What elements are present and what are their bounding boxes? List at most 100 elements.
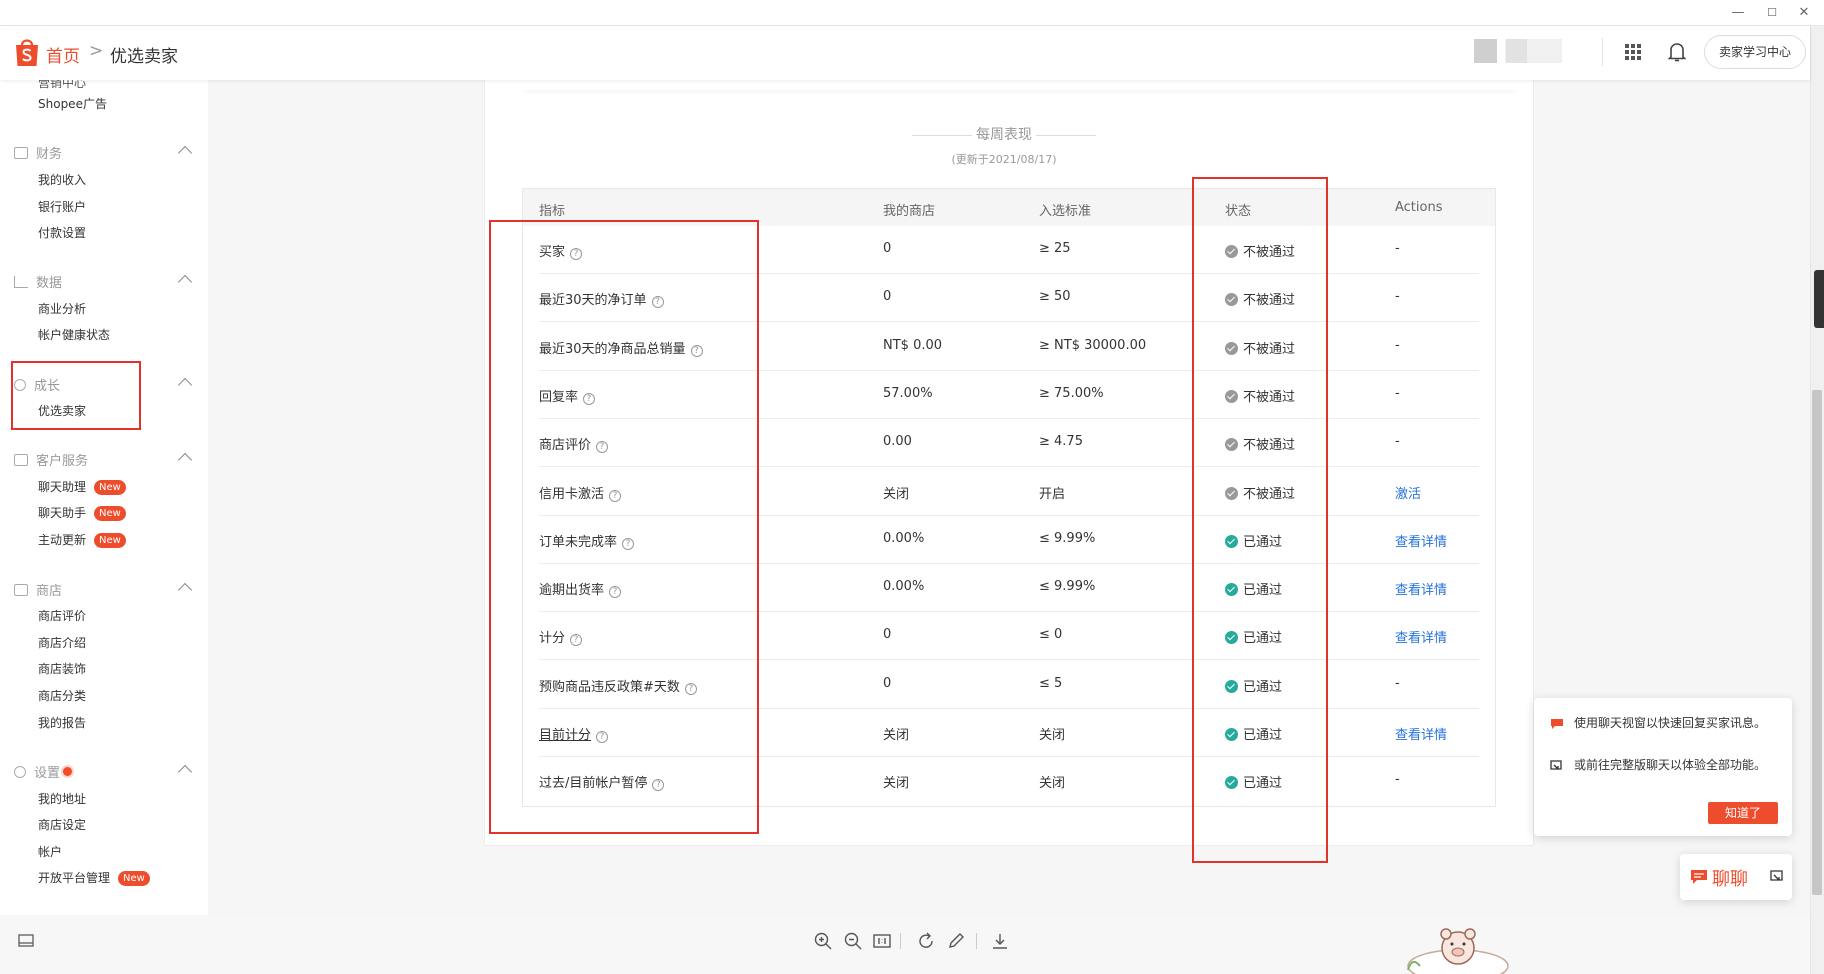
metric-cell: 回复率? bbox=[539, 386, 596, 405]
account-avatar[interactable] bbox=[1474, 39, 1562, 63]
chat-button[interactable]: 聊聊 bbox=[1680, 854, 1792, 900]
chevron-up-icon[interactable] bbox=[177, 582, 193, 598]
my-shop-cell: 0 bbox=[883, 289, 892, 305]
download-icon[interactable] bbox=[990, 931, 1010, 951]
minimize-button[interactable]: — bbox=[1724, 4, 1752, 22]
sidebar-section-shop[interactable]: 商店 bbox=[14, 580, 62, 599]
sidebar-item-marketing[interactable]: 营销中心 bbox=[38, 80, 86, 91]
edit-pencil-icon[interactable] bbox=[946, 931, 966, 951]
help-question-icon[interactable]: ? bbox=[651, 296, 664, 309]
sidebar-item-shop-profile[interactable]: 商店介绍 bbox=[38, 634, 86, 651]
action-link[interactable]: 查看详情 bbox=[1395, 579, 1447, 598]
status-label: 不被通过 bbox=[1243, 486, 1296, 502]
notification-bell-icon[interactable] bbox=[1667, 41, 1687, 63]
breadcrumb-home[interactable]: 首页 bbox=[46, 42, 80, 67]
sidebar-section-customer-service[interactable]: 客户服务 bbox=[14, 450, 88, 469]
sidebar-item-my-addresses[interactable]: 我的地址 bbox=[38, 790, 86, 807]
chevron-up-icon[interactable] bbox=[177, 764, 193, 780]
got-it-button[interactable]: 知道了 bbox=[1708, 802, 1778, 824]
sidebar-item-account[interactable]: 帐户 bbox=[38, 843, 62, 860]
scrollbar-thumb[interactable] bbox=[1812, 390, 1822, 895]
sidebar-item-active-updates[interactable]: 主动更新 New bbox=[38, 531, 126, 548]
sidebar-item-shop-categories[interactable]: 商店分类 bbox=[38, 687, 86, 704]
sidebar-item-shop-rating[interactable]: 商店评价 bbox=[38, 607, 86, 624]
close-button[interactable]: ✕ bbox=[1790, 4, 1818, 22]
rotate-icon[interactable] bbox=[916, 931, 936, 951]
check-circle-icon bbox=[1225, 583, 1238, 597]
status-label: 不被通过 bbox=[1243, 341, 1296, 357]
action-link[interactable]: 查看详情 bbox=[1395, 531, 1447, 550]
sidebar-item-chat-assistant[interactable]: 聊天助理 New bbox=[38, 478, 126, 495]
help-question-icon[interactable]: ? bbox=[609, 586, 622, 599]
action-cell: - bbox=[1395, 385, 1400, 401]
help-question-icon[interactable]: ? bbox=[583, 392, 596, 405]
help-question-icon[interactable]: ? bbox=[596, 731, 609, 743]
standard-cell: 开启 bbox=[1039, 486, 1066, 502]
help-question-icon[interactable]: ? bbox=[684, 682, 697, 695]
sidebar-item-chat-helper[interactable]: 聊天助手 New bbox=[38, 504, 126, 521]
sidebar-item-my-reports[interactable]: 我的报告 bbox=[38, 714, 86, 731]
check-circle-icon bbox=[1225, 679, 1238, 693]
sidebar-section-settings[interactable]: 设置 bbox=[14, 762, 73, 781]
card-shadow bbox=[520, 80, 1520, 90]
expand-window-icon bbox=[1550, 760, 1562, 770]
status-label: 不被通过 bbox=[1243, 389, 1296, 405]
sidebar-item-preferred-seller[interactable]: 优选卖家 bbox=[38, 402, 86, 419]
metric-label[interactable]: 目前计分 bbox=[539, 728, 591, 743]
expand-window-icon[interactable] bbox=[1770, 870, 1784, 884]
help-question-icon[interactable]: ? bbox=[570, 248, 583, 260]
standard-cell: ≥ 75.00% bbox=[1039, 385, 1104, 401]
my-shop-cell: 0.00% bbox=[883, 579, 925, 595]
actual-size-icon[interactable] bbox=[872, 931, 892, 951]
sidebar-section-data[interactable]: 数据 bbox=[14, 272, 62, 291]
zoom-out-icon[interactable] bbox=[843, 931, 863, 951]
sidebar-toggle-icon[interactable] bbox=[16, 931, 36, 951]
new-badge: New bbox=[94, 480, 126, 495]
help-question-icon[interactable]: ? bbox=[622, 537, 635, 550]
chevron-up-icon[interactable] bbox=[177, 274, 193, 290]
check-circle-icon bbox=[1225, 728, 1238, 741]
chat-button-label: 聊聊 bbox=[1712, 869, 1748, 890]
side-tab-handle[interactable] bbox=[1814, 270, 1824, 328]
metric-cell: 计分? bbox=[539, 627, 583, 647]
apps-grid-icon[interactable] bbox=[1625, 44, 1641, 60]
sidebar-section-growth[interactable]: 成长 bbox=[14, 375, 60, 394]
sidebar-item-shop-decoration[interactable]: 商店装饰 bbox=[38, 660, 86, 677]
chevron-up-icon[interactable] bbox=[177, 452, 193, 468]
action-link[interactable]: 查看详情 bbox=[1395, 724, 1447, 743]
help-question-icon[interactable]: ? bbox=[570, 634, 583, 647]
help-question-icon[interactable]: ? bbox=[690, 344, 703, 357]
metric-label: 买家 bbox=[539, 245, 566, 260]
maximize-button[interactable]: ☐ bbox=[1758, 4, 1786, 22]
sidebar-item-shop-settings[interactable]: 商店设定 bbox=[38, 816, 86, 833]
status-label: 已通过 bbox=[1243, 631, 1283, 647]
sidebar-item-business-insights[interactable]: 商业分析 bbox=[38, 300, 86, 317]
metric-label: 最近30天的净商品总销量 bbox=[539, 341, 686, 357]
table-row: 逾期出货率? 0.00% ≤ 9.99% 已通过 查看详情 bbox=[539, 564, 1479, 613]
seller-learning-center-button[interactable]: 卖家学习中心 bbox=[1704, 35, 1806, 69]
sidebar-item-open-platform[interactable]: 开放平台管理 New bbox=[38, 869, 150, 886]
sidebar-item-shopee-ads[interactable]: Shopee广告 bbox=[38, 95, 107, 112]
my-shop-cell: 0 bbox=[883, 241, 892, 256]
chevron-up-icon[interactable] bbox=[177, 145, 193, 161]
help-question-icon[interactable]: ? bbox=[596, 441, 609, 454]
sidebar-item-bank-account[interactable]: 银行账户 bbox=[38, 198, 86, 215]
action-link[interactable]: 激活 bbox=[1395, 483, 1421, 502]
metric-cell: 预购商品违反政策#天数? bbox=[539, 676, 697, 695]
chevron-up-icon[interactable] bbox=[177, 377, 193, 393]
sidebar-section-finance[interactable]: 财务 bbox=[14, 143, 62, 162]
sidebar-item-payment-settings[interactable]: 付款设置 bbox=[38, 224, 86, 241]
standard-cell: ≤ 0 bbox=[1039, 627, 1063, 643]
action-link[interactable]: 查看详情 bbox=[1395, 627, 1447, 646]
sidebar-item-my-income[interactable]: 我的收入 bbox=[38, 171, 86, 188]
shopee-logo-icon[interactable] bbox=[14, 36, 40, 68]
weekly-performance-updated: (更新于2021/08/17) bbox=[951, 153, 1057, 166]
action-cell: - bbox=[1395, 772, 1400, 788]
help-question-icon[interactable]: ? bbox=[652, 779, 665, 792]
metric-cell: 目前计分? bbox=[539, 724, 609, 743]
table-row: 买家? 0 ≥ 25 不被通过 - bbox=[539, 226, 1479, 274]
my-shop-cell: 0.00 bbox=[883, 434, 912, 450]
zoom-in-icon[interactable] bbox=[813, 931, 833, 951]
help-question-icon[interactable]: ? bbox=[609, 489, 622, 502]
sidebar-item-account-health[interactable]: 帐户健康状态 bbox=[38, 326, 110, 343]
